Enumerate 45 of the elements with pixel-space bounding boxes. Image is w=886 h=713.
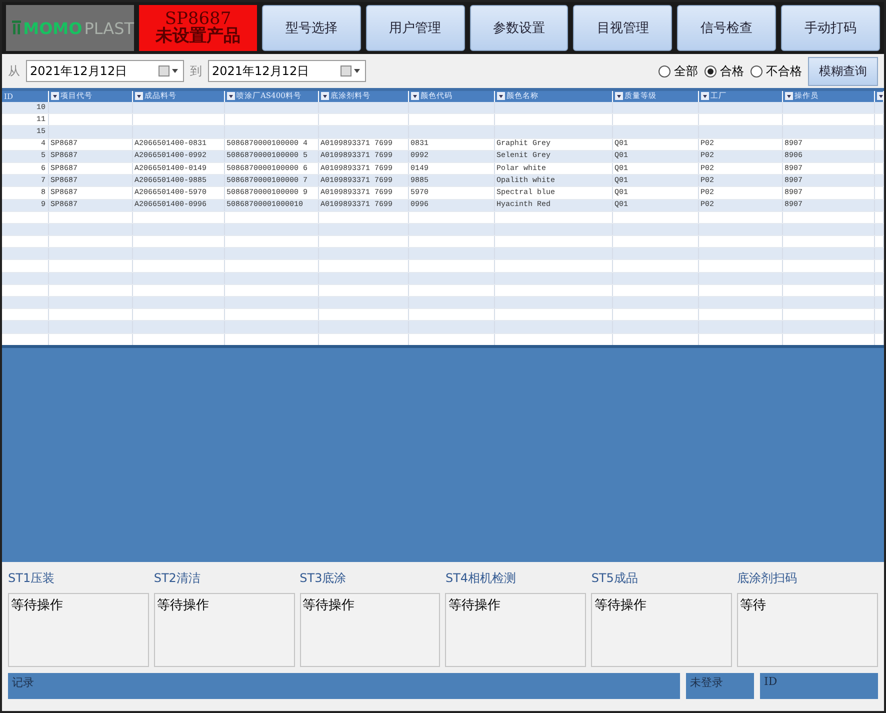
date-picker[interactable]: 2021年12月12日 [208, 60, 366, 82]
product-code: SP8687 [164, 11, 232, 28]
station-status: 等待 [740, 598, 766, 613]
nav-button[interactable]: 参数设置 [470, 5, 568, 51]
station-status: 等待操作 [302, 598, 355, 613]
station-status: 等待操作 [448, 598, 500, 613]
logo-text: MOMO [23, 18, 82, 38]
logo-text: PLAST [84, 18, 134, 38]
product-message: 未设置产品 [156, 28, 240, 45]
filter-dropdown-icon [226, 92, 234, 100]
station-label: ST5成品 [591, 570, 639, 587]
filter-dropdown-icon [784, 92, 792, 100]
user-label: 未登录 [690, 676, 723, 689]
filter-dropdown-icon [50, 92, 58, 100]
filter-dropdown-icon [876, 92, 883, 100]
date-picker[interactable]: 2021年12月12日 [26, 60, 184, 82]
station-status: 等待操作 [594, 598, 646, 613]
filter-dropdown-icon [410, 92, 418, 100]
station-status: 等待操作 [156, 598, 209, 613]
radio-option[interactable]: 合格 [704, 62, 744, 80]
station-label: 底涂剂扫码 [737, 570, 798, 587]
filter-dropdown-icon [320, 92, 328, 100]
calendar-dropdown-icon [340, 65, 362, 77]
nav-button[interactable]: 信号检查 [677, 5, 776, 51]
fuzzy-search-button[interactable]: 模糊查询 [808, 56, 878, 86]
station-label: ST2清洁 [154, 570, 202, 587]
log-label: 记录 [12, 676, 34, 689]
id-label: ID [764, 675, 778, 688]
station-label: ST4相机检测 [445, 570, 518, 587]
filter-dropdown-icon [614, 92, 622, 100]
from-label: 从 [8, 62, 20, 80]
filter-dropdown-icon [134, 92, 142, 100]
calendar-dropdown-icon [158, 65, 180, 77]
nav-button[interactable]: 目视管理 [573, 5, 672, 51]
nav-button[interactable]: 手动打码 [781, 5, 880, 51]
radio-option[interactable]: 不合格 [750, 62, 802, 80]
station-label: ST3底涂 [300, 570, 348, 587]
station-status: 等待操作 [11, 598, 63, 613]
station-label: ST1压装 [8, 570, 56, 587]
nav-button[interactable]: 型号选择 [262, 5, 361, 51]
radio-option[interactable]: 全部 [658, 62, 698, 80]
filter-dropdown-icon [496, 92, 504, 100]
to-label: 到 [190, 62, 202, 80]
filter-dropdown-icon [700, 92, 708, 100]
nav-button[interactable]: 用户管理 [366, 5, 465, 51]
